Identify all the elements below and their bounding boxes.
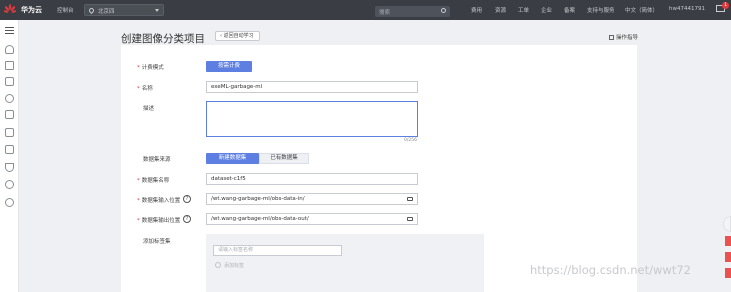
top-navigation-bar: 华为云 控制台 北京四 搜索 费用 资源 工单 企业 备案 支持与服务 中文（简… — [0, 0, 731, 20]
menu-icon[interactable] — [5, 27, 14, 34]
input-location-value: /wt.wang-garbage-ml/obs-data-in/ — [211, 196, 305, 202]
tag-name-input[interactable]: 请输入标签名称 — [213, 245, 342, 256]
new-dataset-option[interactable]: 新建数据集 — [206, 153, 259, 164]
floating-contact-tab[interactable] — [725, 252, 731, 262]
region-label: 北京四 — [98, 9, 115, 15]
name-input[interactable]: exeML-garbage-ml — [206, 81, 418, 93]
chevron-down-icon — [155, 9, 159, 12]
dataset-name-label: * 数据集名称 — [137, 178, 170, 184]
description-label: 描述 — [143, 106, 155, 112]
output-location-label: * 数据集输出位置 — [137, 218, 181, 224]
nav-link-resources[interactable]: 资源 — [495, 6, 506, 14]
nav-link-billing[interactable]: 费用 — [471, 6, 482, 14]
folder-icon[interactable] — [407, 197, 413, 201]
billing-mode-label: * 计费模式 — [137, 65, 164, 71]
modelarts-icon[interactable] — [5, 77, 14, 86]
nav-link-enterprise[interactable]: 企业 — [541, 6, 552, 14]
back-button-label: 返回自动学习 — [223, 33, 254, 39]
description-counter: 0/256 — [404, 138, 417, 143]
help-icon[interactable]: ? — [183, 215, 191, 223]
plus-circle-icon — [215, 262, 221, 268]
message-count-badge: 1 — [722, 2, 729, 9]
help-icon[interactable]: ? — [183, 195, 191, 203]
blog-watermark: https://blog.csdn.net/wwt72 — [530, 263, 691, 277]
cloud-service-icon[interactable] — [5, 94, 14, 103]
list-icon[interactable] — [5, 145, 14, 154]
copy-icon[interactable] — [5, 128, 14, 137]
operation-guide-link[interactable]: 操作指导 — [609, 33, 638, 41]
floating-side-tab[interactable] — [723, 216, 731, 232]
dataset-name-input[interactable]: dataset-c1f5 — [206, 173, 418, 185]
input-location-label: * 数据集输入位置 — [137, 198, 181, 204]
search-icon[interactable] — [441, 8, 446, 13]
user-account[interactable]: hw47441791 — [669, 6, 705, 12]
nav-link-support[interactable]: 支持与服务 — [587, 6, 615, 14]
floating-service-tab[interactable] — [725, 268, 731, 278]
warning-icon[interactable] — [5, 61, 14, 70]
billing-mode-button[interactable]: 按需计费 — [206, 61, 252, 72]
add-tag-label: 添加标签 — [224, 263, 245, 269]
search-placeholder: 搜索 — [379, 10, 391, 16]
guide-icon — [609, 35, 614, 40]
output-location-field[interactable]: /wt.wang-garbage-ml/obs-data-out/ — [206, 213, 418, 225]
search-input[interactable]: 搜索 — [375, 6, 450, 17]
huawei-logo-icon[interactable] — [4, 4, 16, 16]
nav-link-icp[interactable]: 备案 — [564, 6, 575, 14]
settings-icon[interactable] — [5, 180, 14, 189]
tag-set-label: 添加标签集 — [143, 239, 171, 245]
existing-dataset-option[interactable]: 已有数据集 — [259, 153, 309, 164]
document-icon[interactable] — [5, 110, 14, 119]
back-to-automl-button[interactable]: ‹ 返回自动学习 — [215, 31, 260, 41]
language-selector[interactable]: 中文（简体） — [625, 6, 658, 14]
output-location-value: /wt.wang-garbage-ml/obs-data-out/ — [211, 216, 309, 222]
page-title: 创建图像分类项目 — [121, 33, 205, 45]
cloud-icon[interactable] — [5, 45, 14, 54]
input-location-field[interactable]: /wt.wang-garbage-ml/obs-data-in/ — [206, 193, 418, 205]
region-selector[interactable]: 北京四 — [84, 4, 164, 16]
location-pin-icon — [87, 6, 96, 15]
floating-feedback-tab[interactable] — [725, 236, 731, 246]
folder-icon[interactable] — [407, 217, 413, 221]
help-circle-icon[interactable] — [5, 198, 14, 207]
brand-name[interactable]: 华为云 — [21, 5, 42, 15]
anchor-icon[interactable] — [5, 163, 14, 172]
tag-set-area — [206, 234, 484, 292]
guide-label: 操作指导 — [616, 35, 639, 41]
add-tag-button[interactable]: 添加标签 — [215, 262, 244, 269]
name-label: * 名称 — [137, 86, 153, 92]
description-textarea[interactable] — [206, 101, 418, 137]
dataset-source-label: 数据集来源 — [143, 157, 171, 163]
nav-link-tickets[interactable]: 工单 — [518, 6, 529, 14]
console-link[interactable]: 控制台 — [57, 6, 74, 14]
